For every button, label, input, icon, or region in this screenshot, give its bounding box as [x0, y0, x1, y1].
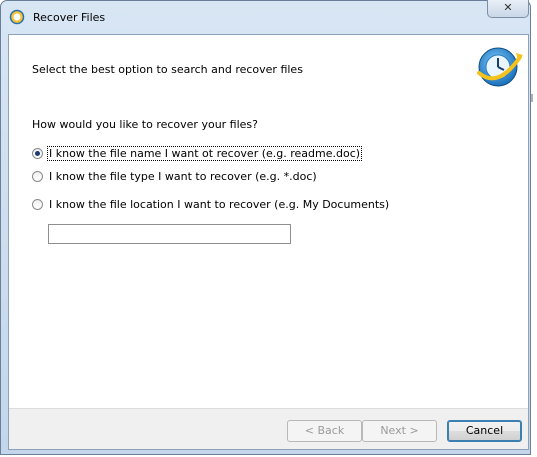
option-file-type[interactable]: I know the file type I want to recover (…	[32, 168, 318, 184]
cancel-button[interactable]: Cancel	[447, 420, 522, 442]
file-name-radio[interactable]	[32, 147, 43, 159]
file-name-label[interactable]: I know the file name I want ot recover (…	[46, 145, 363, 161]
window-title: Recover Files	[33, 11, 106, 24]
recover-files-icon	[9, 9, 25, 25]
wizard-footer: < Back Next > Cancel	[9, 408, 528, 449]
close-button[interactable]: ✕	[487, 0, 529, 18]
window-edge-mark	[531, 94, 533, 102]
file-type-label[interactable]: I know the file type I want to recover (…	[48, 170, 318, 183]
file-search-input[interactable]	[48, 224, 291, 244]
title-bar[interactable]: Recover Files ✕	[1, 0, 530, 35]
file-location-radio[interactable]	[32, 198, 43, 210]
recovery-clock-logo-icon	[477, 47, 523, 87]
next-button[interactable]: Next >	[362, 420, 437, 442]
option-file-location[interactable]: I know the file location I want to recov…	[32, 196, 390, 212]
back-button[interactable]: < Back	[287, 420, 362, 442]
file-location-label[interactable]: I know the file location I want to recov…	[48, 198, 390, 211]
wizard-subtitle: Select the best option to search and rec…	[32, 63, 303, 76]
wizard-header: Select the best option to search and rec…	[9, 35, 528, 105]
file-type-radio[interactable]	[32, 170, 43, 182]
recovery-question: How would you like to recover your files…	[32, 118, 259, 131]
option-file-name[interactable]: I know the file name I want ot recover (…	[32, 145, 363, 161]
recover-files-dialog: Recover Files ✕ Select the best option t…	[0, 0, 531, 455]
dialog-content: Select the best option to search and rec…	[8, 34, 529, 450]
